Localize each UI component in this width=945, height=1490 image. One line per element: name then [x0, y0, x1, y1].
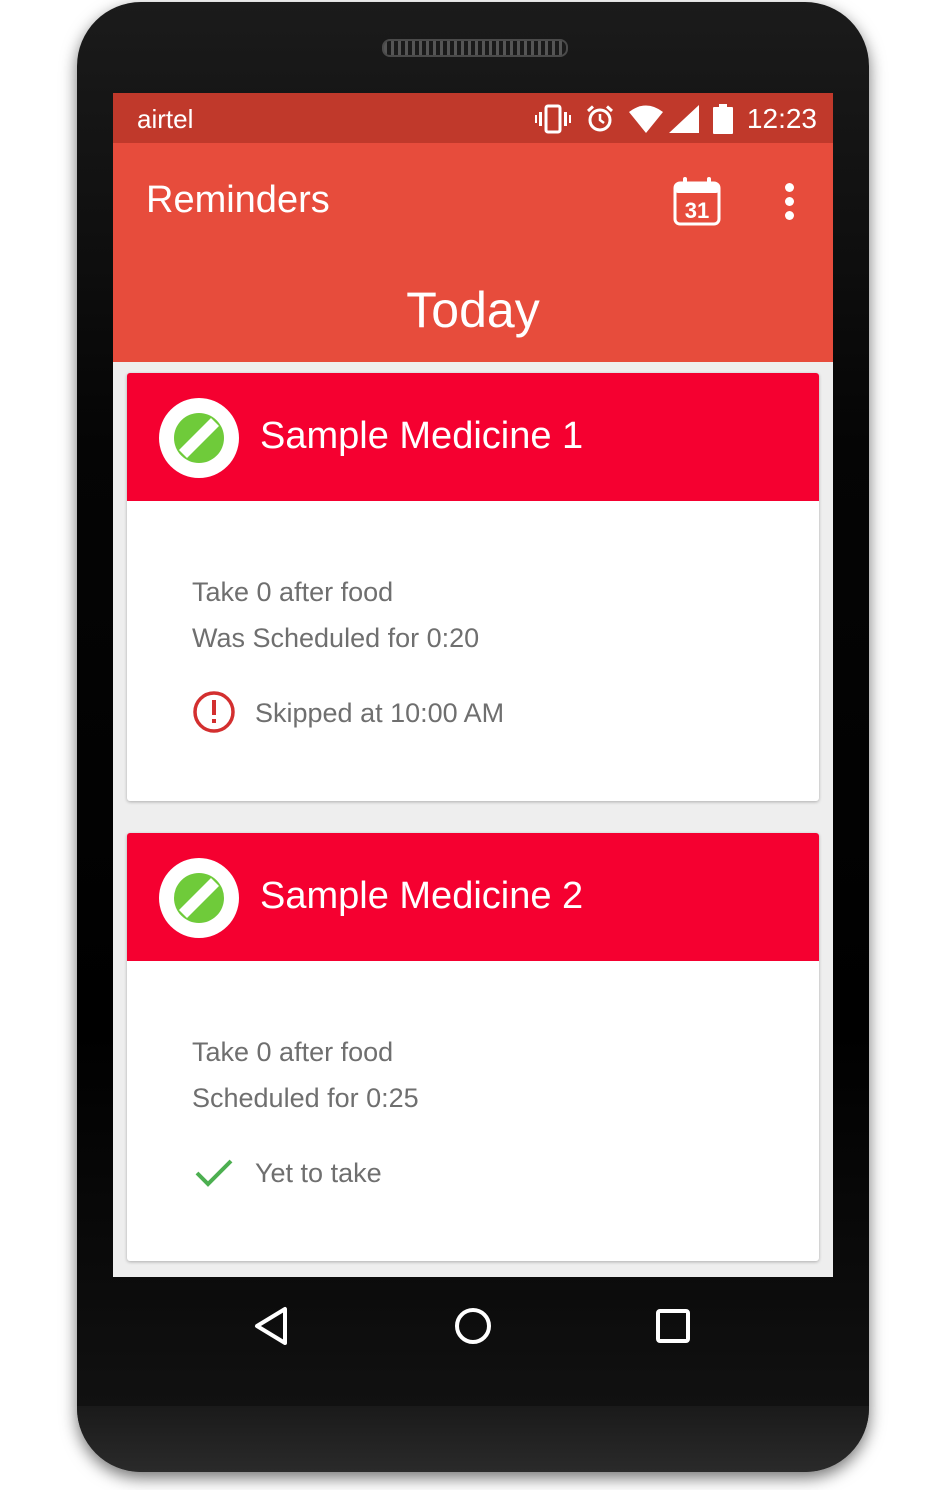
dose-instruction: Take 0 after food — [192, 1037, 394, 1067]
reminder-card-header: Sample Medicine 2 — [127, 833, 819, 961]
schedule-time: Was Scheduled for 0:20 — [192, 623, 480, 653]
status-text: Yet to take — [255, 1158, 382, 1188]
calendar-button[interactable]: 31 — [672, 176, 722, 226]
home-button[interactable] — [452, 1305, 494, 1347]
status-icons: 12:23 — [521, 101, 817, 137]
check-icon — [191, 1149, 237, 1195]
app-bar: Reminders 31 Today — [113, 143, 833, 362]
overflow-menu-button[interactable] — [773, 178, 805, 228]
calendar-day: 31 — [685, 198, 709, 223]
more-vert-icon — [784, 183, 794, 192]
dose-instruction: Take 0 after food — [192, 577, 394, 607]
signal-icon — [668, 105, 699, 133]
alarm-icon — [585, 104, 615, 134]
pill-icon — [159, 398, 239, 478]
vibrate-icon — [534, 104, 571, 134]
pill-icon — [159, 858, 239, 938]
day-title: Today — [406, 282, 540, 338]
reminder-card-header: Sample Medicine 1 — [127, 373, 819, 501]
page-title: Reminders — [146, 179, 330, 221]
status-time: 12:23 — [746, 103, 817, 134]
wifi-icon — [628, 105, 663, 133]
status-bar: airtel 12:23 — [113, 93, 833, 143]
alert-circle-icon — [191, 689, 237, 735]
back-icon — [255, 1307, 287, 1345]
calendar-icon: 31 — [673, 177, 721, 226]
reminder-card[interactable]: Sample Medicine 2 Take 0 after food Sche… — [127, 833, 819, 1261]
screen: airtel 12:23 Reminders 31 Today Sample M… — [113, 93, 833, 1277]
carrier-label: airtel — [137, 104, 194, 134]
schedule-time: Scheduled for 0:25 — [192, 1083, 419, 1113]
medicine-name: Sample Medicine 1 — [260, 415, 584, 457]
recents-button[interactable] — [652, 1305, 694, 1347]
status-text: Skipped at 10:00 AM — [255, 698, 505, 728]
phone-chin — [77, 1406, 869, 1472]
home-icon — [455, 1308, 491, 1344]
medicine-name: Sample Medicine 2 — [260, 875, 584, 917]
nav-bar — [113, 1277, 833, 1373]
reminder-card[interactable]: Sample Medicine 1 Take 0 after food Was … — [127, 373, 819, 801]
battery-icon — [712, 104, 733, 134]
recents-icon — [656, 1309, 690, 1343]
back-button[interactable] — [251, 1305, 293, 1347]
speaker-grille — [382, 39, 568, 57]
